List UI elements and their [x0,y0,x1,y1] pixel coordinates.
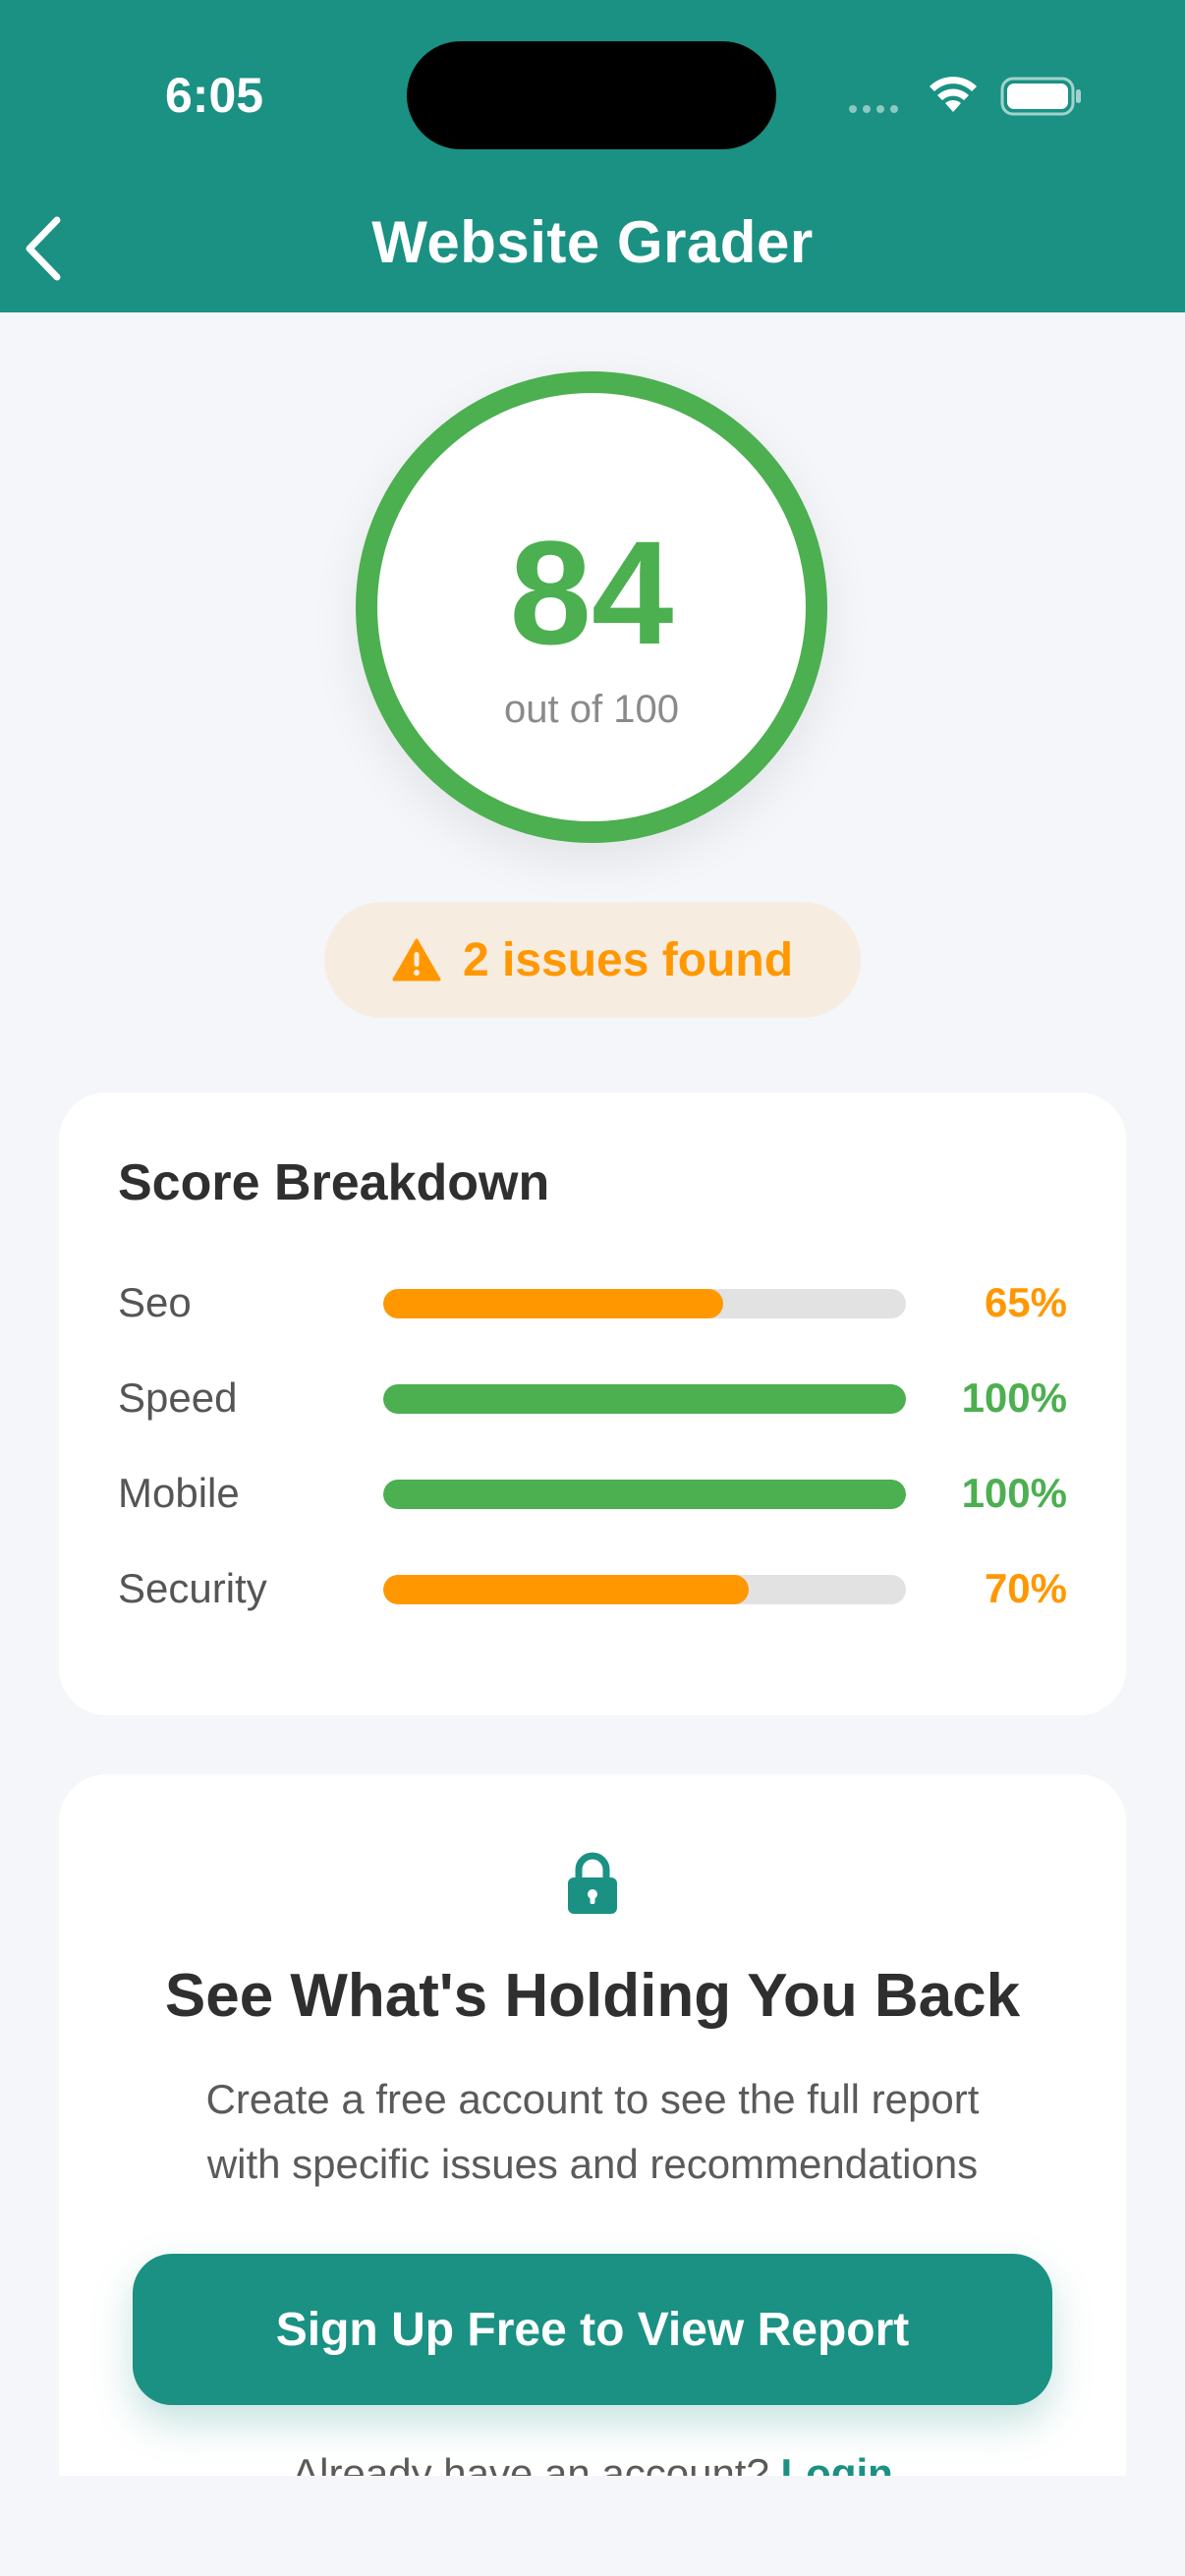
battery-icon [1000,77,1081,116]
metric-label: Speed [118,1374,238,1421]
metric-row-security: Security 70% [118,1557,1067,1616]
signup-button[interactable]: Sign Up Free to View Report [133,2254,1052,2405]
issues-label: 2 issues found [462,933,794,986]
signup-cta-card: See What's Holding You Back Create a fre… [59,1774,1126,2496]
progress-fill [383,1480,906,1509]
score-circle: 84 out of 100 [356,371,827,843]
lock-icon [568,1852,617,1914]
metric-label: Mobile [118,1470,240,1516]
dynamic-island [407,41,776,149]
progress-bar [383,1480,906,1509]
cta-description-line: with specific issues and recommendations [206,2141,979,2187]
progress-fill [383,1575,750,1604]
metric-value: 100% [961,1374,1067,1421]
metric-row-seo: Seo 65% [118,1271,1067,1330]
bottom-area [0,2476,1185,2576]
issues-badge: 2 issues found [324,902,861,1018]
metric-value: 100% [961,1470,1067,1516]
status-time: 6:05 [165,68,264,123]
warning-icon [392,938,441,981]
breakdown-title: Score Breakdown [118,1154,550,1211]
progress-bar [383,1575,906,1604]
app-header: 6:05 Website Grader [0,0,1185,312]
metric-row-speed: Speed 100% [118,1367,1067,1426]
cta-description-line: Create a free account to see the full re… [205,2076,980,2122]
metric-value: 65% [984,1279,1067,1325]
progress-fill [383,1384,906,1414]
cta-description: Create a free account to see the full re… [138,2067,1047,2197]
page-title: Website Grader [371,209,814,275]
metric-label: Seo [118,1279,192,1325]
progress-fill [383,1289,723,1318]
score-value: 84 [509,510,674,675]
wifi-icon [930,77,977,112]
progress-bar [383,1289,906,1318]
score-breakdown-card: Score Breakdown Seo 65% Speed 100% Mobil… [59,1092,1126,1715]
signal-icon [849,105,898,113]
score-subtitle: out of 100 [504,688,679,731]
progress-bar [383,1384,906,1414]
metric-label: Security [118,1565,267,1611]
metric-row-mobile: Mobile 100% [118,1462,1067,1521]
metric-value: 70% [984,1565,1067,1611]
cta-title: See What's Holding You Back [164,1962,1021,2030]
